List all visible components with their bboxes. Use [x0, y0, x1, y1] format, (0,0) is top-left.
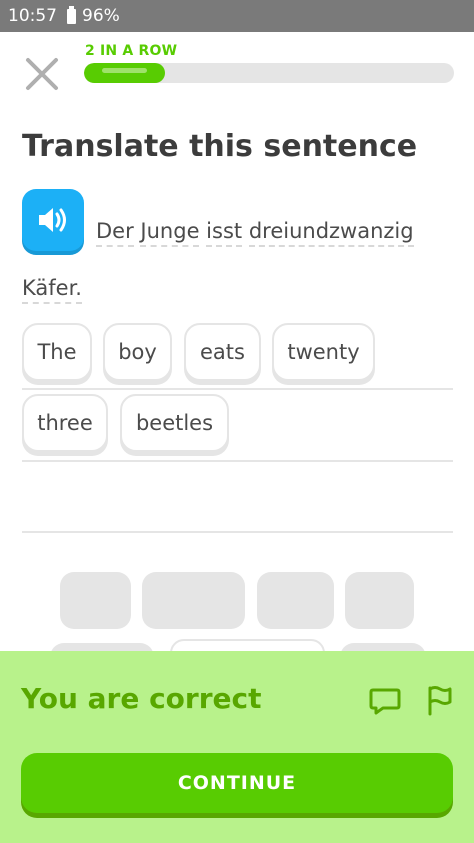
- close-icon: [26, 58, 58, 90]
- answer-tile[interactable]: eats: [184, 323, 261, 381]
- prompt-word[interactable]: Der: [96, 219, 134, 247]
- prompt-word[interactable]: Käfer.: [22, 276, 82, 304]
- flag-icon: [428, 686, 452, 716]
- word-bank-slot: [257, 572, 334, 629]
- answer-line: [22, 531, 453, 533]
- prompt-word[interactable]: Junge: [140, 219, 200, 247]
- close-button[interactable]: [22, 54, 62, 94]
- answer-tile[interactable]: beetles: [120, 394, 229, 452]
- battery-icon: [67, 5, 76, 24]
- answer-tile[interactable]: boy: [103, 323, 172, 381]
- answer-tile[interactable]: The: [22, 323, 92, 381]
- result-panel: You are correct CONTINUE: [0, 651, 474, 843]
- status-bar: 10:57 96%: [0, 0, 474, 32]
- progress-fill: [84, 63, 166, 83]
- report-button[interactable]: [421, 682, 457, 718]
- answer-line: [22, 388, 453, 390]
- prompt-word[interactable]: isst: [206, 219, 243, 247]
- discuss-button[interactable]: [367, 682, 403, 718]
- streak-label: 2 IN A ROW: [85, 43, 178, 59]
- comment-icon: [369, 688, 401, 715]
- word-bank-slot: [60, 572, 131, 629]
- exercise-title: Translate this sentence: [22, 129, 418, 164]
- status-time: 10:57: [8, 6, 57, 26]
- prompt-word[interactable]: dreiundzwanzig: [248, 219, 414, 247]
- answer-tile[interactable]: twenty: [272, 323, 375, 381]
- answer-tile[interactable]: three: [22, 394, 108, 452]
- continue-button[interactable]: CONTINUE: [21, 753, 453, 813]
- word-bank-slot: [345, 572, 414, 629]
- progress-bar: [84, 63, 454, 83]
- battery-level: 96%: [82, 6, 120, 26]
- prompt-sentence: Der Junge isst dreiundzwanzig Käfer.: [22, 203, 452, 317]
- word-bank-slot: [142, 572, 245, 629]
- answer-line: [22, 460, 453, 462]
- result-message: You are correct: [21, 682, 262, 715]
